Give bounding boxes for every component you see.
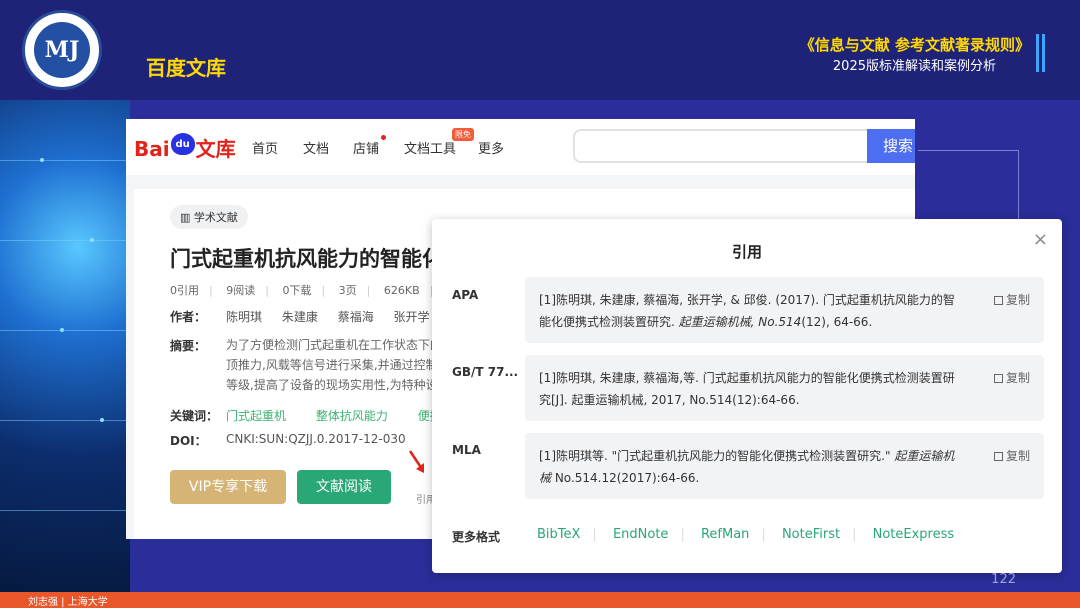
author-link[interactable]: 陈明琪	[226, 310, 262, 324]
page-title: 百度文库	[146, 56, 226, 80]
nav-more[interactable]: 更多	[478, 138, 504, 157]
author-link[interactable]: 蔡福海	[338, 310, 374, 324]
baidu-wenku-logo[interactable]: Bai du 文库	[134, 133, 236, 162]
notification-dot	[381, 135, 386, 140]
meta-downloads: 0下载	[282, 284, 312, 297]
document-meta: 0引用| 9阅读| 0下载| 3页| 626KB| 相	[170, 282, 468, 298]
abstract-text: 为了方便检测门式起重机在工作状态下的顶推力,风载等信号进行采集,并通过控制等级,…	[226, 338, 443, 392]
copy-icon	[993, 452, 1003, 461]
title-accent-bar	[1036, 34, 1039, 72]
author-link[interactable]: 朱建康	[282, 310, 318, 324]
keyword-link[interactable]: 门式起重机	[226, 409, 286, 423]
decorative-line	[1018, 150, 1019, 220]
copy-button[interactable]: 复制	[993, 367, 1030, 389]
nav-doc-tools[interactable]: 文档工具	[404, 138, 456, 157]
vip-download-button[interactable]: VIP专享下载	[170, 470, 286, 504]
meta-reads: 9阅读	[226, 284, 256, 297]
footer-author: 刘志强 | 上海大学	[28, 597, 108, 608]
format-link-endnote[interactable]: EndNote	[613, 527, 668, 542]
logo-emblem: MJ	[34, 22, 90, 78]
citation-text: [1]陈明琪, 朱建康, 蔡福海,等. 门式起重机抗风能力的智能化便携式检测装置…	[539, 371, 955, 407]
nav-home[interactable]: 首页	[252, 138, 278, 157]
modal-title: 引用	[731, 243, 762, 261]
book-subtitle: 2025版标准解读和案例分析	[832, 59, 996, 74]
meta-size: 626KB	[383, 284, 420, 297]
tag-label: 学术文献	[193, 211, 238, 224]
academic-tag: ▥ 学术文献	[170, 205, 248, 229]
citation-apa: [1]陈明琪, 朱建康, 蔡福海, 张开学, & 邱俊. (2017). 门式起…	[525, 277, 1044, 343]
copy-icon	[993, 296, 1003, 305]
format-link-noteexpress[interactable]: NoteExpress	[873, 527, 955, 542]
format-label-apa: APA	[452, 288, 479, 302]
doi-value: CNKI:SUN:QZJJ.0.2017-12-030	[226, 432, 406, 446]
more-formats-label: 更多格式	[452, 530, 501, 544]
close-icon[interactable]: ×	[1033, 229, 1048, 250]
baidu-header: Bai du 文库 首页 文档 店铺 文档工具 限免 更多 搜索	[126, 119, 915, 175]
red-arrow-icon	[408, 450, 424, 473]
search-input[interactable]	[573, 129, 869, 163]
copy-icon	[993, 374, 1003, 383]
decorative-tech-image	[0, 100, 130, 592]
citation-mla: [1]陈明琪等. "门式起重机抗风能力的智能化便携式检测装置研究." 起重运输机…	[525, 433, 1044, 499]
keyword-link[interactable]: 整体抗风能力	[316, 409, 388, 423]
format-label-gbt: GB/T 77...	[452, 365, 519, 379]
book-title: 《信息与文献 参考文献著录规则》	[799, 36, 1030, 54]
document-title[interactable]: 门式起重机抗风能力的智能化	[170, 243, 443, 273]
authors-list: 陈明琪 朱建康 蔡福海 张开学	[226, 308, 430, 325]
citation-modal: 引用 × APA [1]陈明琪, 朱建康, 蔡福海, 张开学, & 邱俊. (2…	[432, 219, 1062, 573]
doi-label: DOI：	[170, 434, 207, 448]
decorative-line	[918, 150, 1018, 151]
author-link[interactable]: 张开学	[394, 310, 430, 324]
free-badge: 限免	[452, 128, 474, 141]
library-icon: ▥	[180, 211, 194, 224]
meta-citations: 0引用	[170, 284, 199, 297]
more-formats-links: BibTeX | EndNote | RefMan | NoteFirst | Note…	[537, 527, 955, 542]
page-number: 122	[991, 572, 1016, 587]
citation-gbt: [1]陈明琪, 朱建康, 蔡福海,等. 门式起重机抗风能力的智能化便携式检测装置…	[525, 355, 1044, 421]
read-button[interactable]: 文献阅读	[297, 470, 391, 504]
slide-footer: 刘志强 | 上海大学	[0, 592, 1080, 608]
abstract-label: 摘要：	[170, 339, 207, 353]
format-link-notefirst[interactable]: NoteFirst	[782, 527, 840, 542]
nav-store[interactable]: 店铺	[353, 138, 379, 157]
title-accent-bar-2	[1042, 34, 1045, 72]
university-logo: MJ	[22, 10, 102, 90]
citation-text: [1]陈明琪等. "门式起重机抗风能力的智能化便携式检测装置研究." 起重运输机…	[539, 449, 955, 485]
search-button[interactable]: 搜索	[867, 129, 915, 163]
copy-button[interactable]: 复制	[993, 289, 1030, 311]
keywords-label: 关键词：	[170, 409, 219, 423]
paw-icon: du	[170, 133, 195, 155]
format-label-mla: MLA	[452, 443, 481, 457]
meta-pages: 3页	[338, 284, 357, 297]
logo-wenku: 文库	[195, 137, 236, 161]
format-link-bibtex[interactable]: BibTeX	[537, 527, 580, 542]
authors-label: 作者：	[170, 310, 207, 324]
format-link-refman[interactable]: RefMan	[701, 527, 749, 542]
nav-docs[interactable]: 文档	[303, 138, 329, 157]
logo-bai: Bai	[134, 137, 170, 161]
citation-text: [1]陈明琪, 朱建康, 蔡福海, 张开学, & 邱俊. (2017). 门式起…	[539, 293, 955, 329]
copy-button[interactable]: 复制	[993, 445, 1030, 467]
